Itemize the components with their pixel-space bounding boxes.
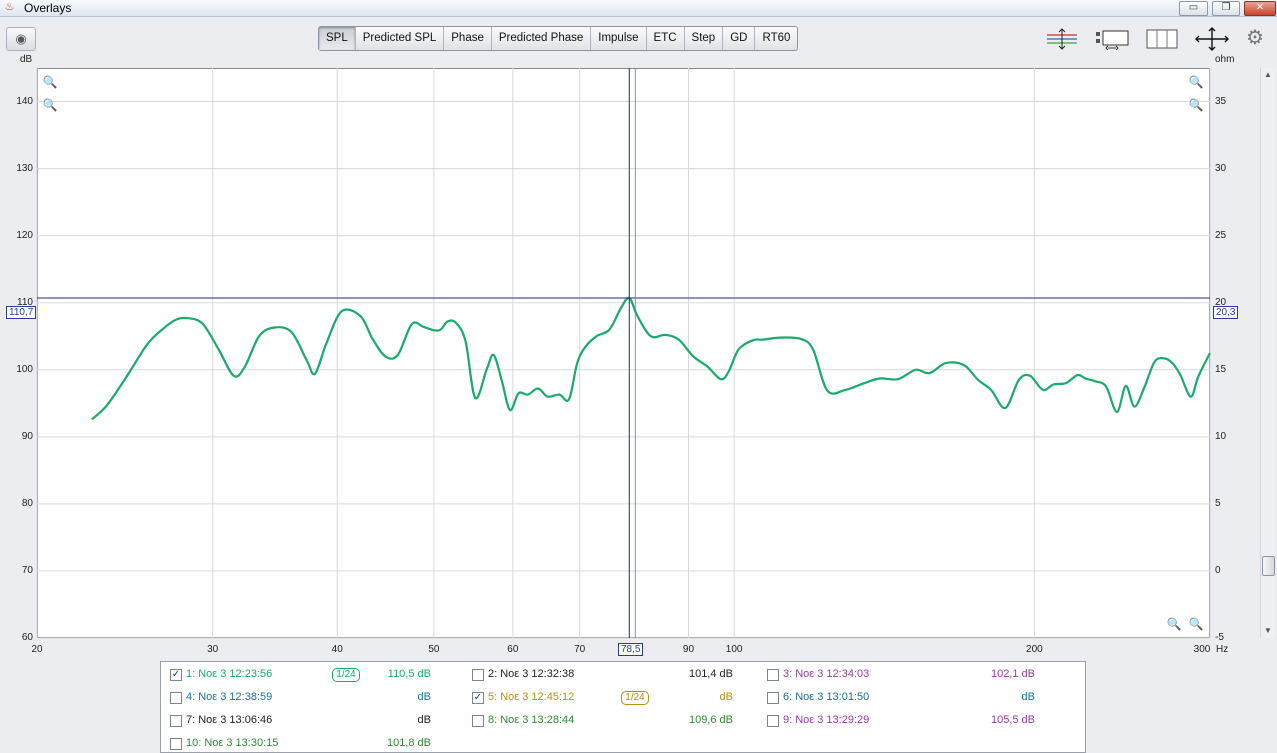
- legend-value: dB: [1021, 691, 1035, 703]
- left-tick-label: 100: [16, 363, 33, 375]
- x-tick-label: 50: [428, 644, 440, 655]
- left-tick-label: 70: [21, 564, 33, 576]
- x-tick-label: 90: [682, 644, 695, 655]
- legend-value: 101,4 dB: [688, 668, 733, 680]
- x-tick-label: 70: [574, 644, 586, 655]
- right-tick-label: 30: [1215, 162, 1227, 174]
- legend-value: 110,5 dB: [387, 668, 431, 680]
- legend-name[interactable]: 3: Νοε 3 12:34:03: [783, 664, 869, 684]
- legend-item: 4: Νοε 3 12:38:59 dB: [164, 687, 464, 707]
- left-tick-label: 80: [21, 497, 33, 509]
- legend-value: 101,8 dB: [386, 737, 431, 749]
- legend-item: 7: Νοε 3 13:06:46 dB: [164, 710, 464, 730]
- right-tick-label: 25: [1215, 229, 1227, 241]
- zoom-out-right-icon[interactable]: 🔍: [1188, 97, 1204, 113]
- legend-item: 8: Νοε 3 13:28:44 109,6 dB: [466, 710, 766, 730]
- x-tick-label: 40: [331, 644, 343, 655]
- legend-checkbox[interactable]: [472, 715, 484, 727]
- right-tick-label: -5: [1215, 632, 1224, 643]
- legend-checkbox[interactable]: ✓: [170, 669, 182, 681]
- legend-checkbox[interactable]: [767, 692, 779, 704]
- legend-value: dB: [417, 714, 431, 726]
- legend-item: ✓ 1: Νοε 3 12:23:56 1/24 110,5 dB: [164, 664, 464, 684]
- legend-name[interactable]: 8: Νοε 3 13:28:44: [488, 710, 574, 730]
- legend-item: ✓ 5: Νοε 3 12:45:12 1/24 dB: [466, 687, 766, 707]
- legend-checkbox[interactable]: [170, 738, 182, 750]
- left-tick-label: 60: [21, 632, 33, 643]
- smoothing-badge[interactable]: 1/24: [621, 691, 649, 705]
- legend-name[interactable]: 7: Νοε 3 13:06:46: [186, 710, 272, 730]
- legend-value: 102,1 dB: [990, 668, 1035, 680]
- legend-value: 105,5 dB: [990, 714, 1035, 726]
- legend-name[interactable]: 2: Νοε 3 12:32:38: [488, 664, 574, 684]
- legend-name[interactable]: 6: Νοε 3 13:01:50: [783, 687, 869, 707]
- scroll-down-icon[interactable]: ▼: [1261, 624, 1275, 638]
- right-tick-label: 0: [1215, 564, 1221, 576]
- legend-name[interactable]: 4: Νοε 3 12:38:59: [186, 687, 272, 707]
- x-tick-label: 30: [207, 644, 219, 655]
- x-tick-label: 300: [1193, 644, 1211, 655]
- legend-value: 109,6 dB: [688, 714, 733, 726]
- left-tick-label: 140: [16, 95, 33, 107]
- zoom-out-x-icon[interactable]: 🔍: [1166, 616, 1182, 632]
- zoom-in-right-icon[interactable]: 🔍: [1188, 74, 1204, 90]
- legend-value: dB: [417, 691, 431, 703]
- spl-graph: [36, 68, 1211, 639]
- left-tick-label: 120: [16, 229, 33, 241]
- legend-checkbox[interactable]: [170, 692, 182, 704]
- measurement-legend: ✓ 1: Νοε 3 12:23:56 1/24 110,5 dB 2: Νοε 3 1…: [160, 661, 1086, 753]
- left-tick-label: 90: [21, 430, 33, 442]
- legend-checkbox[interactable]: [170, 715, 182, 727]
- legend-checkbox[interactable]: [767, 669, 779, 681]
- zoom-in-x-icon[interactable]: 🔍: [1188, 616, 1204, 632]
- cursor-db-readout: 110,7: [6, 306, 37, 319]
- zoom-out-left-icon[interactable]: 🔍: [42, 97, 58, 113]
- right-tick-label: 5: [1215, 497, 1221, 509]
- legend-name[interactable]: 10: Νοε 3 13:30:15: [186, 733, 278, 753]
- legend-checkbox[interactable]: [472, 669, 484, 681]
- x-tick-label: 100: [725, 644, 743, 655]
- legend-checkbox[interactable]: [767, 715, 779, 727]
- spl-curve: [91, 296, 1211, 421]
- scroll-thumb[interactable]: [1262, 556, 1275, 576]
- legend-item: 3: Νοε 3 12:34:03 102,1 dB: [761, 664, 1061, 684]
- cursor-freq-readout: 78,5: [618, 643, 644, 656]
- smoothing-badge[interactable]: 1/24: [332, 668, 360, 682]
- legend-item: 10: Νοε 3 13:30:15 101,8 dB: [164, 733, 464, 753]
- left-tick-label: 130: [16, 162, 33, 174]
- zoom-in-left-icon[interactable]: 🔍: [42, 74, 58, 90]
- x-tick-label: 20: [31, 644, 43, 655]
- scroll-up-icon[interactable]: ▲: [1261, 68, 1275, 82]
- vertical-scrollbar[interactable]: ▲ ▼: [1260, 68, 1275, 638]
- legend-checkbox[interactable]: ✓: [472, 692, 484, 704]
- cursor-ohm-readout: 20,3: [1213, 306, 1239, 319]
- x-tick-label: 60: [507, 644, 519, 655]
- right-tick-label: 35: [1215, 95, 1227, 107]
- legend-value: dB: [719, 691, 733, 703]
- x-tick-label: 200: [1026, 644, 1043, 655]
- legend-name[interactable]: 5: Νοε 3 12:45:12: [488, 687, 574, 707]
- legend-name[interactable]: 9: Νοε 3 13:29:29: [783, 710, 869, 730]
- right-tick-label: 10: [1215, 430, 1227, 442]
- right-tick-label: 15: [1215, 363, 1227, 375]
- legend-name[interactable]: 1: Νοε 3 12:23:56: [186, 664, 272, 684]
- legend-item: 9: Νοε 3 13:29:29 105,5 dB: [761, 710, 1061, 730]
- legend-item: 6: Νοε 3 13:01:50 dB: [761, 687, 1061, 707]
- legend-item: 2: Νοε 3 12:32:38 101,4 dB: [466, 664, 766, 684]
